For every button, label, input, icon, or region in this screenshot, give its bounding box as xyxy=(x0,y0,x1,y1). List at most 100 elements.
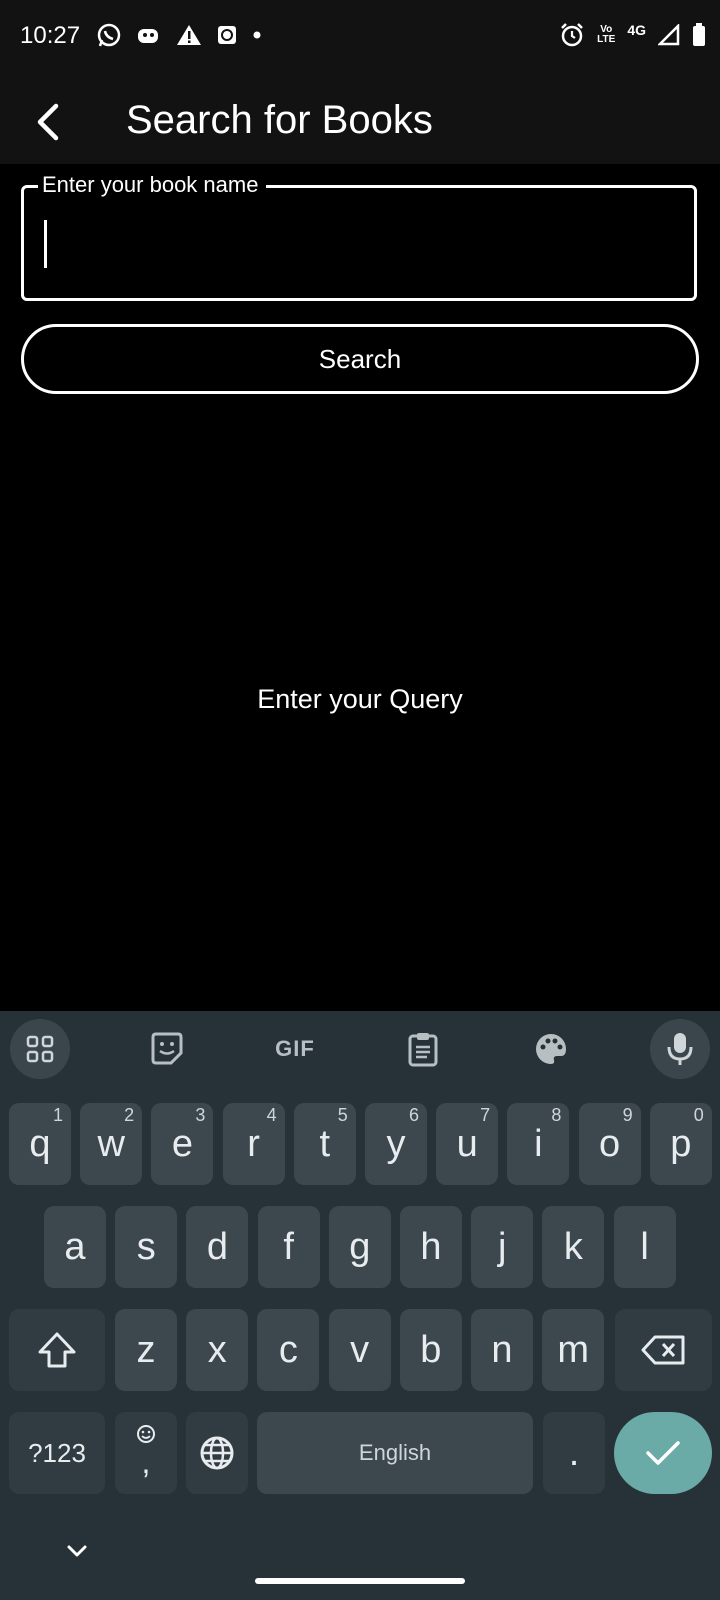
key-label: g xyxy=(349,1225,371,1268)
key-label: s xyxy=(136,1225,156,1268)
key-label: r xyxy=(247,1122,260,1165)
status-time: 10:27 xyxy=(20,22,81,49)
key-u[interactable]: u7 xyxy=(436,1103,499,1185)
comma-label: , xyxy=(141,1444,151,1480)
gif-button[interactable]: GIF xyxy=(265,1019,325,1079)
page-title: Search for Books xyxy=(126,98,433,142)
key-a[interactable]: a xyxy=(44,1206,106,1288)
apps-grid-icon xyxy=(26,1035,54,1063)
key-f[interactable]: f xyxy=(257,1206,320,1288)
key-d[interactable]: d xyxy=(186,1206,249,1288)
more-notifications-dot-icon xyxy=(253,31,261,39)
key-label: e xyxy=(171,1122,193,1165)
key-s[interactable]: s xyxy=(115,1206,178,1288)
key-hint: 7 xyxy=(480,1105,491,1125)
key-hint: 4 xyxy=(266,1105,277,1125)
globe-icon xyxy=(200,1436,234,1470)
book-name-field[interactable]: Enter your book name xyxy=(21,172,697,301)
shift-key[interactable] xyxy=(9,1309,105,1391)
space-key-label: English xyxy=(358,1440,432,1465)
key-label: n xyxy=(491,1328,513,1371)
key-label: j xyxy=(497,1225,507,1268)
key-label: f xyxy=(283,1225,294,1268)
key-hint: 9 xyxy=(622,1105,633,1125)
key-j[interactable]: j xyxy=(471,1206,534,1288)
soft-keyboard: GIF xyxy=(0,1011,720,1600)
key-c[interactable]: c xyxy=(257,1309,320,1391)
key-label: x xyxy=(207,1328,227,1371)
key-hint: 8 xyxy=(551,1105,562,1125)
backspace-key[interactable] xyxy=(615,1309,712,1391)
hide-keyboard-icon[interactable] xyxy=(66,1544,88,1558)
sticker-button[interactable] xyxy=(137,1019,197,1079)
key-n[interactable]: n xyxy=(471,1309,533,1391)
key-m[interactable]: m xyxy=(542,1309,605,1391)
signal-icon xyxy=(658,24,680,46)
key-v[interactable]: v xyxy=(328,1309,391,1391)
symbols-key[interactable]: ?123 xyxy=(9,1412,105,1494)
clipboard-icon xyxy=(408,1033,438,1067)
notification-icons xyxy=(96,22,262,48)
book-name-field-label: Enter your book name xyxy=(38,172,267,198)
check-icon xyxy=(646,1441,680,1465)
alarm-icon xyxy=(561,23,584,47)
status-bar: 10:27 Vo LTE 4G xyxy=(0,0,720,80)
key-w[interactable]: w2 xyxy=(80,1103,143,1185)
system-icons: Vo LTE 4G xyxy=(559,22,706,48)
key-hint: 1 xyxy=(52,1105,63,1125)
network-type: 4G xyxy=(627,22,646,38)
back-button[interactable] xyxy=(20,94,76,150)
arrow-back-icon xyxy=(37,103,59,141)
key-l[interactable]: l xyxy=(613,1206,676,1288)
clipboard-button[interactable] xyxy=(393,1019,453,1079)
theme-button[interactable] xyxy=(521,1019,581,1079)
period-key[interactable]: . xyxy=(543,1412,605,1494)
key-label: d xyxy=(206,1225,228,1268)
key-label: q xyxy=(29,1122,51,1165)
key-t[interactable]: t5 xyxy=(293,1103,356,1185)
book-name-input[interactable] xyxy=(40,212,660,272)
key-i[interactable]: i8 xyxy=(507,1103,570,1185)
keyboard-apps-button[interactable] xyxy=(10,1019,70,1079)
key-label: o xyxy=(599,1122,621,1165)
key-hint: 6 xyxy=(408,1105,419,1125)
key-r[interactable]: r4 xyxy=(222,1103,285,1185)
key-label: m xyxy=(557,1328,590,1371)
key-label: a xyxy=(64,1225,86,1268)
key-hint: 5 xyxy=(337,1105,348,1125)
key-label: i xyxy=(534,1122,543,1165)
backspace-icon xyxy=(641,1335,684,1365)
home-indicator[interactable] xyxy=(255,1578,465,1584)
key-q[interactable]: q1 xyxy=(9,1103,71,1185)
key-b[interactable]: b xyxy=(399,1309,462,1391)
key-label: v xyxy=(350,1328,370,1371)
key-z[interactable]: z xyxy=(115,1309,177,1391)
gif-label: GIF xyxy=(275,1036,315,1061)
key-o[interactable]: o9 xyxy=(578,1103,641,1185)
language-key[interactable] xyxy=(186,1412,248,1494)
keyboard-toolbar: GIF xyxy=(0,1011,720,1087)
key-e[interactable]: e3 xyxy=(151,1103,214,1185)
key-g[interactable]: g xyxy=(328,1206,391,1288)
emoji-comma-key[interactable]: , xyxy=(115,1412,177,1494)
search-button[interactable]: Search xyxy=(21,324,699,394)
key-h[interactable]: h xyxy=(400,1206,462,1288)
empty-state-message: Enter your Query xyxy=(257,684,463,714)
key-hint: 3 xyxy=(195,1105,206,1125)
game-controller-icon xyxy=(138,29,158,43)
text-cursor xyxy=(44,220,47,268)
app-bar: Search for Books xyxy=(0,80,720,164)
sticker-icon xyxy=(151,1032,183,1065)
key-label: p xyxy=(670,1122,692,1165)
key-p[interactable]: p0 xyxy=(649,1103,712,1185)
voice-input-button[interactable] xyxy=(650,1019,710,1079)
key-x[interactable]: x xyxy=(186,1309,249,1391)
mic-icon xyxy=(667,1033,693,1065)
key-label: y xyxy=(386,1122,406,1165)
key-hint: 2 xyxy=(124,1105,135,1125)
key-k[interactable]: k xyxy=(542,1206,605,1288)
space-key[interactable]: English xyxy=(257,1412,533,1494)
key-y[interactable]: y6 xyxy=(365,1103,427,1185)
key-label: b xyxy=(420,1328,442,1371)
enter-key[interactable] xyxy=(614,1412,712,1494)
